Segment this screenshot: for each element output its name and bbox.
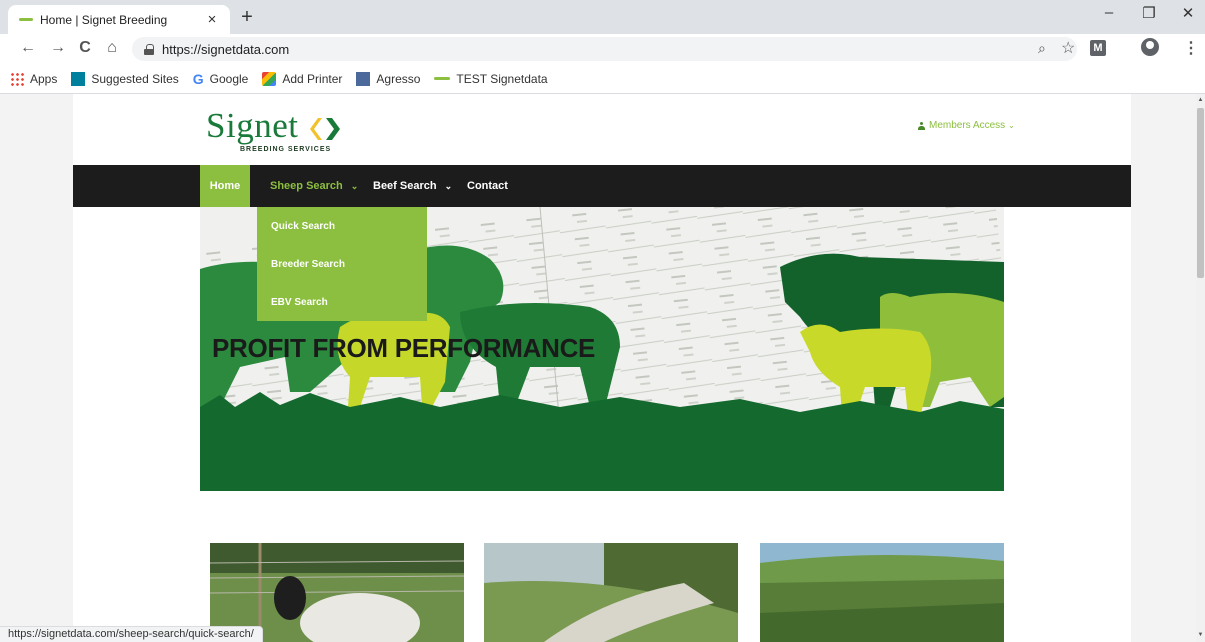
url-input[interactable]: https://signetdata.com [132, 37, 1077, 61]
signet-logo[interactable]: Signet BREEDING SERVICES [206, 108, 356, 158]
bookmark-label: Google [209, 71, 249, 86]
close-window-button[interactable]: ✕ [1173, 4, 1203, 22]
minimize-button[interactable]: – [1094, 4, 1124, 21]
status-bar-url: https://signetdata.com/sheep-search/quic… [0, 626, 263, 642]
nav-label: Contact [467, 180, 508, 192]
feature-card-flock[interactable] [484, 543, 738, 642]
dropdown-item-quick-search[interactable]: Quick Search [257, 207, 427, 245]
scroll-down-icon[interactable]: ▼ [1197, 632, 1204, 638]
dropdown-item-ebv-search[interactable]: EBV Search [257, 283, 427, 321]
extension-m-icon[interactable]: M [1090, 40, 1106, 56]
browser-tab[interactable]: Home | Signet Breeding × [8, 5, 230, 34]
bing-icon [71, 71, 86, 86]
new-tab-button[interactable]: + [236, 6, 258, 29]
home-icon[interactable]: ⌂ [102, 39, 122, 57]
reload-icon[interactable]: C [75, 39, 95, 57]
forward-icon[interactable]: → [48, 39, 68, 57]
bookmark-star-icon[interactable]: ☆ [1061, 38, 1075, 58]
logo-chevron-icon [310, 118, 340, 140]
apps-grid-icon [10, 71, 24, 86]
tab-close-icon[interactable]: × [204, 11, 220, 28]
scrollbar-thumb[interactable] [1197, 108, 1204, 278]
bookmark-label: Add Printer [282, 71, 343, 86]
bookmark-google[interactable]: G Google [193, 71, 249, 87]
dropdown-item-breeder-search[interactable]: Breeder Search [257, 245, 427, 283]
browser-tab-bar: Home | Signet Breeding × + – ❐ ✕ [0, 0, 1205, 34]
signet-icon [434, 77, 451, 80]
nav-label: Sheep Search [270, 180, 343, 192]
back-icon[interactable]: ← [18, 39, 38, 57]
chevron-down-icon: ⌄ [1008, 121, 1015, 130]
nav-contact[interactable]: Contact [467, 165, 508, 207]
nav-label: Home [209, 180, 241, 192]
feature-card-landscape[interactable] [760, 543, 1004, 642]
main-navigation: Home Sheep Search ⌄ Beef Search ⌄ Contac… [73, 165, 1131, 207]
tab-title: Home | Signet Breeding [40, 12, 168, 27]
scroll-up-icon[interactable]: ▲ [1197, 97, 1204, 103]
agresso-icon [356, 71, 371, 86]
profile-avatar-icon[interactable] [1141, 38, 1159, 56]
address-bar-row: ← → C ⌂ https://signetdata.com ⌕ ☆ [0, 34, 1205, 64]
hero-title: PROFIT FROM PERFORMANCE [212, 333, 596, 363]
bookmark-test-signetdata[interactable]: TEST Signetdata [434, 71, 548, 86]
chevron-down-icon: ⌄ [444, 180, 453, 191]
nav-home[interactable]: Home [200, 165, 250, 207]
page-scrollbar[interactable]: ▲ ▼ [1196, 94, 1205, 642]
nav-label: Beef Search [373, 180, 437, 192]
zoom-icon[interactable]: ⌕ [1038, 40, 1046, 57]
browser-menu-icon[interactable]: ⋮ [1183, 38, 1199, 58]
signet-favicon-icon [18, 15, 34, 25]
nav-beef-search[interactable]: Beef Search ⌄ [373, 165, 452, 207]
bookmark-label: TEST Signetdata [456, 71, 548, 86]
bookmark-suggested-sites[interactable]: Suggested Sites [71, 71, 179, 86]
landscape-photo [760, 543, 1004, 642]
bookmark-agresso[interactable]: Agresso [356, 71, 421, 86]
flock-photo [484, 543, 738, 642]
bookmark-label: Suggested Sites [91, 71, 179, 86]
site-page: Signet BREEDING SERVICES Members Access … [73, 94, 1131, 642]
bookmark-add-printer[interactable]: Add Printer [262, 71, 343, 86]
members-access-link[interactable]: Members Access ⌄ [918, 120, 1015, 131]
chevron-down-icon: ⌄ [350, 180, 359, 191]
printer-icon [262, 71, 277, 86]
members-access-label: Members Access [929, 120, 1006, 131]
sheep-search-dropdown: Quick Search Breeder Search EBV Search [257, 207, 427, 321]
page-viewport: Signet BREEDING SERVICES Members Access … [0, 94, 1196, 642]
lock-icon [144, 43, 154, 55]
url-text: https://signetdata.com [162, 41, 290, 57]
bookmark-apps[interactable]: Apps [10, 71, 58, 86]
bookmark-label: Agresso [376, 71, 421, 86]
bookmarks-bar: Apps Suggested Sites G Google Add Printe… [0, 64, 1205, 94]
restore-button[interactable]: ❐ [1134, 4, 1164, 22]
logo-subtitle: BREEDING SERVICES [240, 146, 332, 153]
google-icon: G [192, 70, 204, 87]
nav-sheep-search[interactable]: Sheep Search ⌄ [270, 165, 358, 207]
bookmark-label: Apps [30, 71, 58, 86]
user-icon [918, 121, 925, 130]
